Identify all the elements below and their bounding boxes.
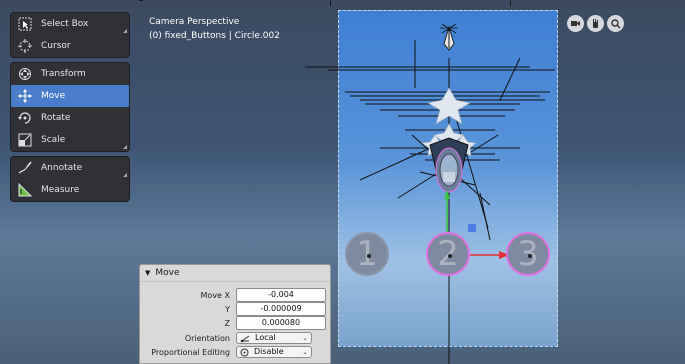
camera-frame xyxy=(338,10,558,347)
proportional-dropdown[interactable]: Disable ⌄ xyxy=(236,346,312,358)
scale-icon xyxy=(17,132,33,148)
orientation-value: Local xyxy=(255,333,276,342)
move-z-row: Z 0.000080 xyxy=(140,316,330,330)
orientation-row: Orientation Local ⌄ xyxy=(140,331,330,345)
camera-view-icon[interactable] xyxy=(567,15,584,32)
tool-label: Transform xyxy=(41,69,86,79)
cursor-icon xyxy=(17,38,33,54)
proportional-value: Disable xyxy=(254,347,284,356)
divider xyxy=(510,0,511,6)
tool-annotate[interactable]: Annotate xyxy=(11,157,129,179)
measure-icon xyxy=(17,182,33,198)
tool-label: Cursor xyxy=(41,41,71,51)
move-z-field[interactable]: 0.000080 xyxy=(236,316,326,330)
scene-button-1[interactable]: 1 xyxy=(345,232,389,276)
origin-dot xyxy=(448,254,452,258)
tool-label: Measure xyxy=(41,185,80,195)
tool-measure[interactable]: Measure xyxy=(11,179,129,201)
select-box-icon xyxy=(17,16,33,32)
tool-rotate[interactable]: Rotate xyxy=(11,107,129,129)
zoom-icon[interactable] xyxy=(607,15,624,32)
local-orientation-icon xyxy=(240,335,250,342)
proportional-label: Proportional Editing xyxy=(151,347,230,357)
move-x-row: Move X -0.004 xyxy=(140,288,330,302)
move-x-field[interactable]: -0.004 xyxy=(236,288,326,302)
origin-dot xyxy=(367,254,371,258)
operator-panel-header[interactable]: ▼ Move xyxy=(140,265,330,282)
tool-group-select: Select Box Cursor xyxy=(10,12,130,58)
tool-group-annotate: Annotate Measure xyxy=(10,156,130,202)
proportional-disable-icon xyxy=(240,348,249,356)
divider xyxy=(139,0,143,1)
move-icon xyxy=(17,88,33,104)
move-y-label: Y xyxy=(225,304,230,314)
navigation-gizmos xyxy=(567,15,624,32)
tool-scale[interactable]: Scale xyxy=(11,129,129,151)
move-z-label: Z xyxy=(224,318,230,328)
expand-corner[interactable] xyxy=(123,145,127,149)
scene-button-3[interactable]: 3 xyxy=(506,232,550,276)
tool-shelf: Select Box Cursor Transform Move Rotate … xyxy=(10,12,130,206)
move-y-row: Y -0.000009 xyxy=(140,302,330,316)
tool-group-transform: Transform Move Rotate Scale xyxy=(10,62,130,152)
expand-corner[interactable] xyxy=(123,173,127,177)
chevron-down-icon: ⌄ xyxy=(302,334,308,342)
tool-label: Select Box xyxy=(41,19,89,29)
collapse-triangle-icon[interactable]: ▼ xyxy=(145,269,150,277)
view-mode-label: Camera Perspective xyxy=(149,17,240,27)
orientation-dropdown[interactable]: Local ⌄ xyxy=(236,332,312,344)
origin-dot xyxy=(528,254,532,258)
tool-label: Move xyxy=(41,91,66,101)
tool-cursor[interactable]: Cursor xyxy=(11,35,129,57)
transform-icon xyxy=(17,66,33,82)
scene-button-2[interactable]: 2 xyxy=(426,232,470,276)
chevron-down-icon: ⌄ xyxy=(302,348,308,356)
orientation-label: Orientation xyxy=(184,333,230,343)
tool-transform[interactable]: Transform xyxy=(11,63,129,85)
viewport-info: Camera Perspective (0) fixed_Buttons | C… xyxy=(149,15,280,43)
tool-label: Rotate xyxy=(41,113,71,123)
operator-panel-title: Move xyxy=(155,268,180,278)
annotate-icon xyxy=(17,160,33,176)
active-object-label: (0) fixed_Buttons | Circle.002 xyxy=(149,31,280,41)
move-y-field[interactable]: -0.000009 xyxy=(236,302,326,316)
operator-panel-move: ▼ Move Move X -0.004 Y -0.000009 Z 0.000… xyxy=(139,264,331,364)
tool-label: Annotate xyxy=(41,163,83,173)
tool-move[interactable]: Move xyxy=(11,85,129,107)
expand-corner[interactable] xyxy=(123,29,127,33)
pan-hand-icon[interactable] xyxy=(587,15,604,32)
move-x-label: Move X xyxy=(200,290,230,300)
tool-select-box[interactable]: Select Box xyxy=(11,13,129,35)
rotate-icon xyxy=(17,110,33,126)
tool-label: Scale xyxy=(41,135,66,145)
proportional-row: Proportional Editing Disable ⌄ xyxy=(140,345,330,359)
divider xyxy=(330,0,331,6)
3d-viewport[interactable]: 1 2 3 Camera Perspective (0) fixed_Butto… xyxy=(0,0,685,364)
